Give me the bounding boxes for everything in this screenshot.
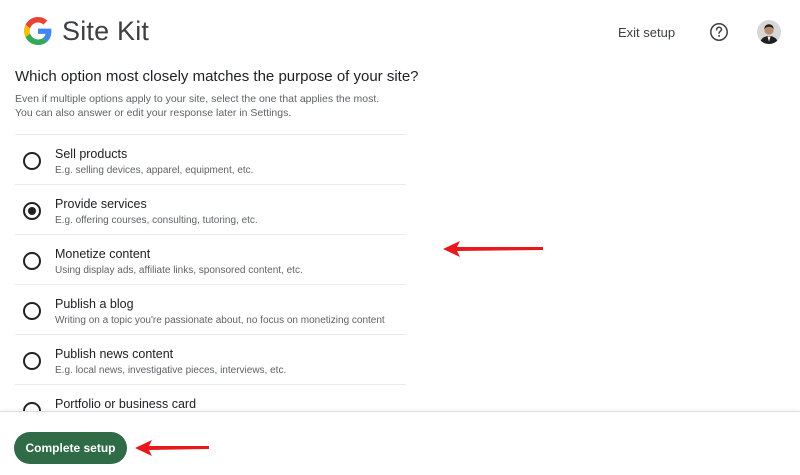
option-description: E.g. local news, investigative pieces, i…: [55, 365, 287, 376]
option-provide-services[interactable]: Provide services E.g. offering courses, …: [15, 185, 406, 235]
radio-provide-services[interactable]: [23, 202, 41, 220]
option-label: Monetize content: [55, 247, 151, 261]
option-sell-products[interactable]: Sell products E.g. selling devices, appa…: [15, 135, 406, 185]
option-label: Sell products: [55, 147, 128, 161]
option-portfolio[interactable]: Portfolio or business card: [15, 385, 406, 413]
brand: Site Kit: [24, 16, 149, 46]
brand-name: Site Kit: [62, 16, 150, 46]
question-title: Which option most closely matches the pu…: [15, 68, 419, 85]
option-description: Writing on a topic you're passionate abo…: [55, 315, 385, 326]
option-description: E.g. offering courses, consulting, tutor…: [55, 215, 258, 226]
header: Site Kit Exit setup: [0, 0, 800, 66]
complete-setup-button[interactable]: Complete setup: [14, 432, 127, 464]
helper-line-2: You can also answer or edit your respons…: [15, 107, 292, 119]
option-description: E.g. selling devices, apparel, equipment…: [55, 165, 254, 176]
option-label: Publish a blog: [55, 297, 134, 311]
option-publish-news[interactable]: Publish news content E.g. local news, in…: [15, 335, 406, 385]
site-kit-setup-page: Site Kit Exit setup Which option most cl…: [0, 0, 800, 475]
radio-monetize-content[interactable]: [23, 252, 41, 270]
annotation-arrow-icon: [135, 440, 209, 456]
option-label: Portfolio or business card: [55, 397, 197, 411]
site-purpose-options: Sell products E.g. selling devices, appa…: [15, 134, 406, 413]
radio-publish-blog[interactable]: [23, 302, 41, 320]
google-g-logo-icon: [24, 17, 52, 45]
exit-setup-link[interactable]: Exit setup: [618, 25, 675, 40]
option-monetize-content[interactable]: Monetize content Using display ads, affi…: [15, 235, 406, 285]
question-helper-text: Even if multiple options apply to your s…: [15, 92, 379, 120]
option-publish-blog[interactable]: Publish a blog Writing on a topic you're…: [15, 285, 406, 335]
annotation-arrow-icon: [443, 241, 543, 257]
user-avatar[interactable]: [757, 20, 781, 44]
radio-sell-products[interactable]: [23, 152, 41, 170]
option-label: Publish news content: [55, 347, 174, 361]
option-label: Provide services: [55, 197, 147, 211]
radio-publish-news[interactable]: [23, 352, 41, 370]
helper-line-1: Even if multiple options apply to your s…: [15, 93, 380, 105]
footer-bar: Complete setup: [0, 411, 800, 475]
help-circle-icon[interactable]: [709, 22, 729, 42]
avatar-icon: [757, 20, 781, 44]
option-description: Using display ads, affiliate links, spon…: [55, 265, 303, 276]
